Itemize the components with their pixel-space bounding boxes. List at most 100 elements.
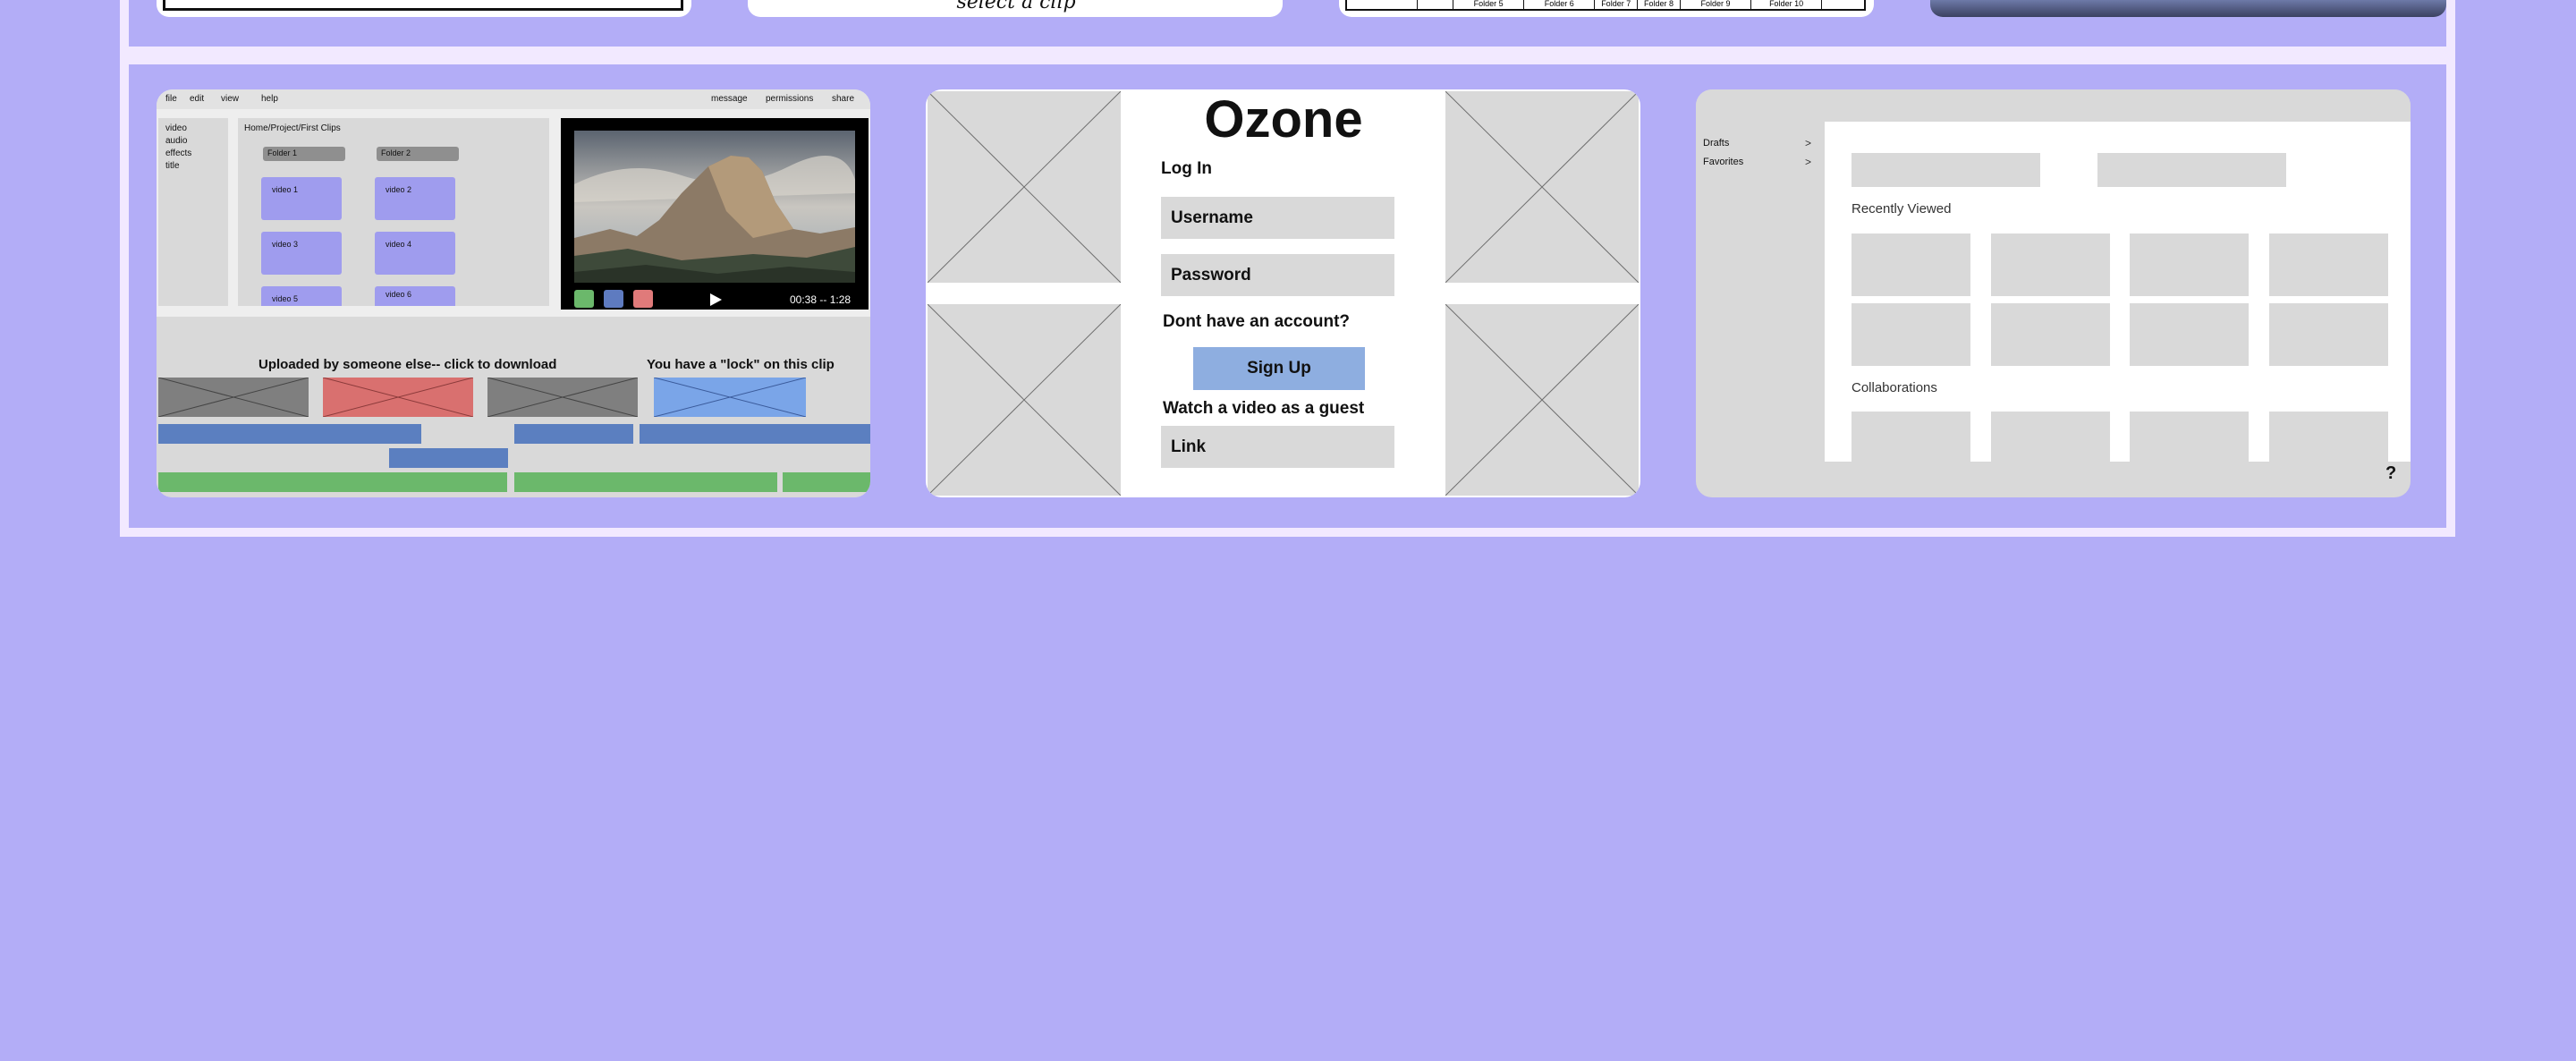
editor-card[interactable]: file edit view help message permissions …: [157, 89, 870, 497]
blue-control-button[interactable]: [604, 290, 623, 308]
menu-help[interactable]: help: [261, 94, 278, 104]
folder-2[interactable]: Folder 2: [377, 147, 459, 161]
sketch-cell: [1822, 0, 1864, 9]
clip-blue-locked[interactable]: [654, 378, 806, 417]
menu-file[interactable]: file: [165, 94, 177, 104]
sketch-cell: Folder 6: [1524, 0, 1596, 9]
folder-label: Folder 2: [381, 149, 411, 157]
sidebar-item-drafts[interactable]: Drafts: [1703, 138, 1729, 149]
top-card-4-image[interactable]: [1930, 0, 2446, 17]
timeline-label-downloaded: Uploaded by someone else-- click to down…: [258, 357, 557, 372]
dashboard-card[interactable]: Drafts > Favorites > Recently Viewed Col…: [1696, 89, 2411, 497]
recent-thumbnail[interactable]: [1852, 303, 1970, 366]
recent-thumbnail[interactable]: [1852, 233, 1970, 296]
track-clip[interactable]: [389, 448, 508, 468]
recent-thumbnail[interactable]: [1991, 233, 2110, 296]
video-label: video 4: [386, 240, 412, 249]
editor-menu-bar: file edit view help message permissions …: [157, 89, 870, 109]
main-row-band: file edit view help message permissions …: [120, 55, 2455, 537]
password-field[interactable]: Password: [1161, 254, 1394, 296]
sketch-cell: Folder 9: [1681, 0, 1752, 9]
dashboard-header: [1696, 89, 2411, 122]
recent-thumbnail[interactable]: [2269, 303, 2388, 366]
image-placeholder: [1445, 304, 1639, 496]
recent-thumbnail[interactable]: [2130, 303, 2249, 366]
permissions-menu[interactable]: permissions: [766, 94, 813, 104]
track-clip[interactable]: [640, 424, 870, 444]
track-clip[interactable]: [514, 472, 777, 492]
image-placeholder: [928, 304, 1121, 496]
recently-viewed-heading: Recently Viewed: [1852, 201, 1952, 216]
sidebar-item-audio[interactable]: audio: [165, 136, 187, 146]
sidebar-item-favorites[interactable]: Favorites: [1703, 157, 1743, 167]
sidebar-item-video[interactable]: video: [165, 123, 187, 133]
menu-view[interactable]: view: [221, 94, 239, 104]
file-browser: Home/Project/First Clips Folder 1 Folder…: [238, 118, 549, 306]
video-label: video 3: [272, 240, 299, 249]
top-card-3[interactable]: Folder 5 Folder 6 Folder 7 Folder 8 Fold…: [1339, 0, 1874, 17]
sketch-cell: [1347, 0, 1419, 9]
collab-thumbnail[interactable]: [2269, 412, 2388, 462]
recent-thumbnail[interactable]: [2269, 233, 2388, 296]
video-thumb-5[interactable]: video 5: [261, 286, 342, 306]
track-clip[interactable]: [514, 424, 633, 444]
dashboard-filter-box[interactable]: [2097, 153, 2286, 187]
breadcrumb[interactable]: Home/Project/First Clips: [244, 123, 341, 133]
top-row-band: select a clip Folder 5 Folder 6 Folder 7…: [120, 0, 2455, 55]
video-label: video 2: [386, 185, 412, 194]
play-icon[interactable]: [708, 293, 723, 307]
collab-thumbnail[interactable]: [2130, 412, 2249, 462]
dashboard-search-box[interactable]: [1852, 153, 2040, 187]
top-row-panel: select a clip Folder 5 Folder 6 Folder 7…: [129, 0, 2446, 47]
guest-link-field[interactable]: Link: [1161, 426, 1394, 468]
collaborations-heading: Collaborations: [1852, 380, 1937, 395]
share-menu[interactable]: share: [832, 94, 854, 104]
video-thumb-2[interactable]: video 2: [375, 177, 455, 220]
player-time: 00:38 -- 1:28: [790, 293, 852, 306]
placeholder-x-icon: [158, 378, 309, 417]
video-thumb-3[interactable]: video 3: [261, 232, 342, 275]
red-control-button[interactable]: [633, 290, 653, 308]
login-heading: Log In: [1161, 159, 1212, 178]
green-control-button[interactable]: [574, 290, 594, 308]
track-clip[interactable]: [158, 472, 507, 492]
clip-gray-2[interactable]: [487, 378, 638, 417]
video-thumb-6[interactable]: video 6: [375, 286, 455, 306]
clip-gray-1[interactable]: [158, 378, 309, 417]
recent-thumbnail[interactable]: [1991, 303, 2110, 366]
username-placeholder: Username: [1171, 208, 1253, 227]
top-card-1[interactable]: [157, 0, 691, 17]
chevron-right-icon[interactable]: >: [1805, 137, 1811, 149]
video-thumb-1[interactable]: video 1: [261, 177, 342, 220]
timeline-label-lock: You have a "lock" on this clip: [647, 357, 835, 372]
sidebar-item-effects[interactable]: effects: [165, 149, 191, 158]
track-clip[interactable]: [158, 424, 421, 444]
sketch-frame: [163, 0, 683, 11]
main-row-panel: file edit view help message permissions …: [129, 64, 2446, 528]
sketch-cell: Folder 7: [1595, 0, 1639, 9]
password-placeholder: Password: [1171, 266, 1251, 284]
collab-thumbnail[interactable]: [1991, 412, 2110, 462]
collab-thumbnail[interactable]: [1852, 412, 1970, 462]
sketch-table-row: Folder 5 Folder 6 Folder 7 Folder 8 Fold…: [1345, 0, 1866, 11]
image-placeholder: [928, 91, 1121, 283]
folder-1[interactable]: Folder 1: [263, 147, 345, 161]
help-icon[interactable]: ?: [2385, 463, 2396, 484]
message-menu[interactable]: message: [711, 94, 748, 104]
clip-red[interactable]: [323, 378, 473, 417]
top-card-2[interactable]: select a clip: [748, 0, 1283, 17]
dashboard-main: Recently Viewed Collaborations: [1825, 122, 2411, 462]
sketch-cell: Folder 5: [1453, 0, 1525, 9]
sign-up-button[interactable]: Sign Up: [1193, 347, 1365, 390]
sidebar-item-title[interactable]: title: [165, 161, 180, 171]
menu-edit[interactable]: edit: [190, 94, 204, 104]
chevron-right-icon[interactable]: >: [1805, 156, 1811, 168]
image-placeholder: [1445, 91, 1639, 283]
video-player[interactable]: 00:38 -- 1:28: [561, 118, 869, 310]
sketch-cell: Folder 10: [1751, 0, 1823, 9]
track-clip[interactable]: [783, 472, 870, 492]
username-field[interactable]: Username: [1161, 197, 1394, 239]
recent-thumbnail[interactable]: [2130, 233, 2249, 296]
login-card[interactable]: Ozone Log In Username Password Dont have…: [926, 89, 1640, 497]
video-thumb-4[interactable]: video 4: [375, 232, 455, 275]
